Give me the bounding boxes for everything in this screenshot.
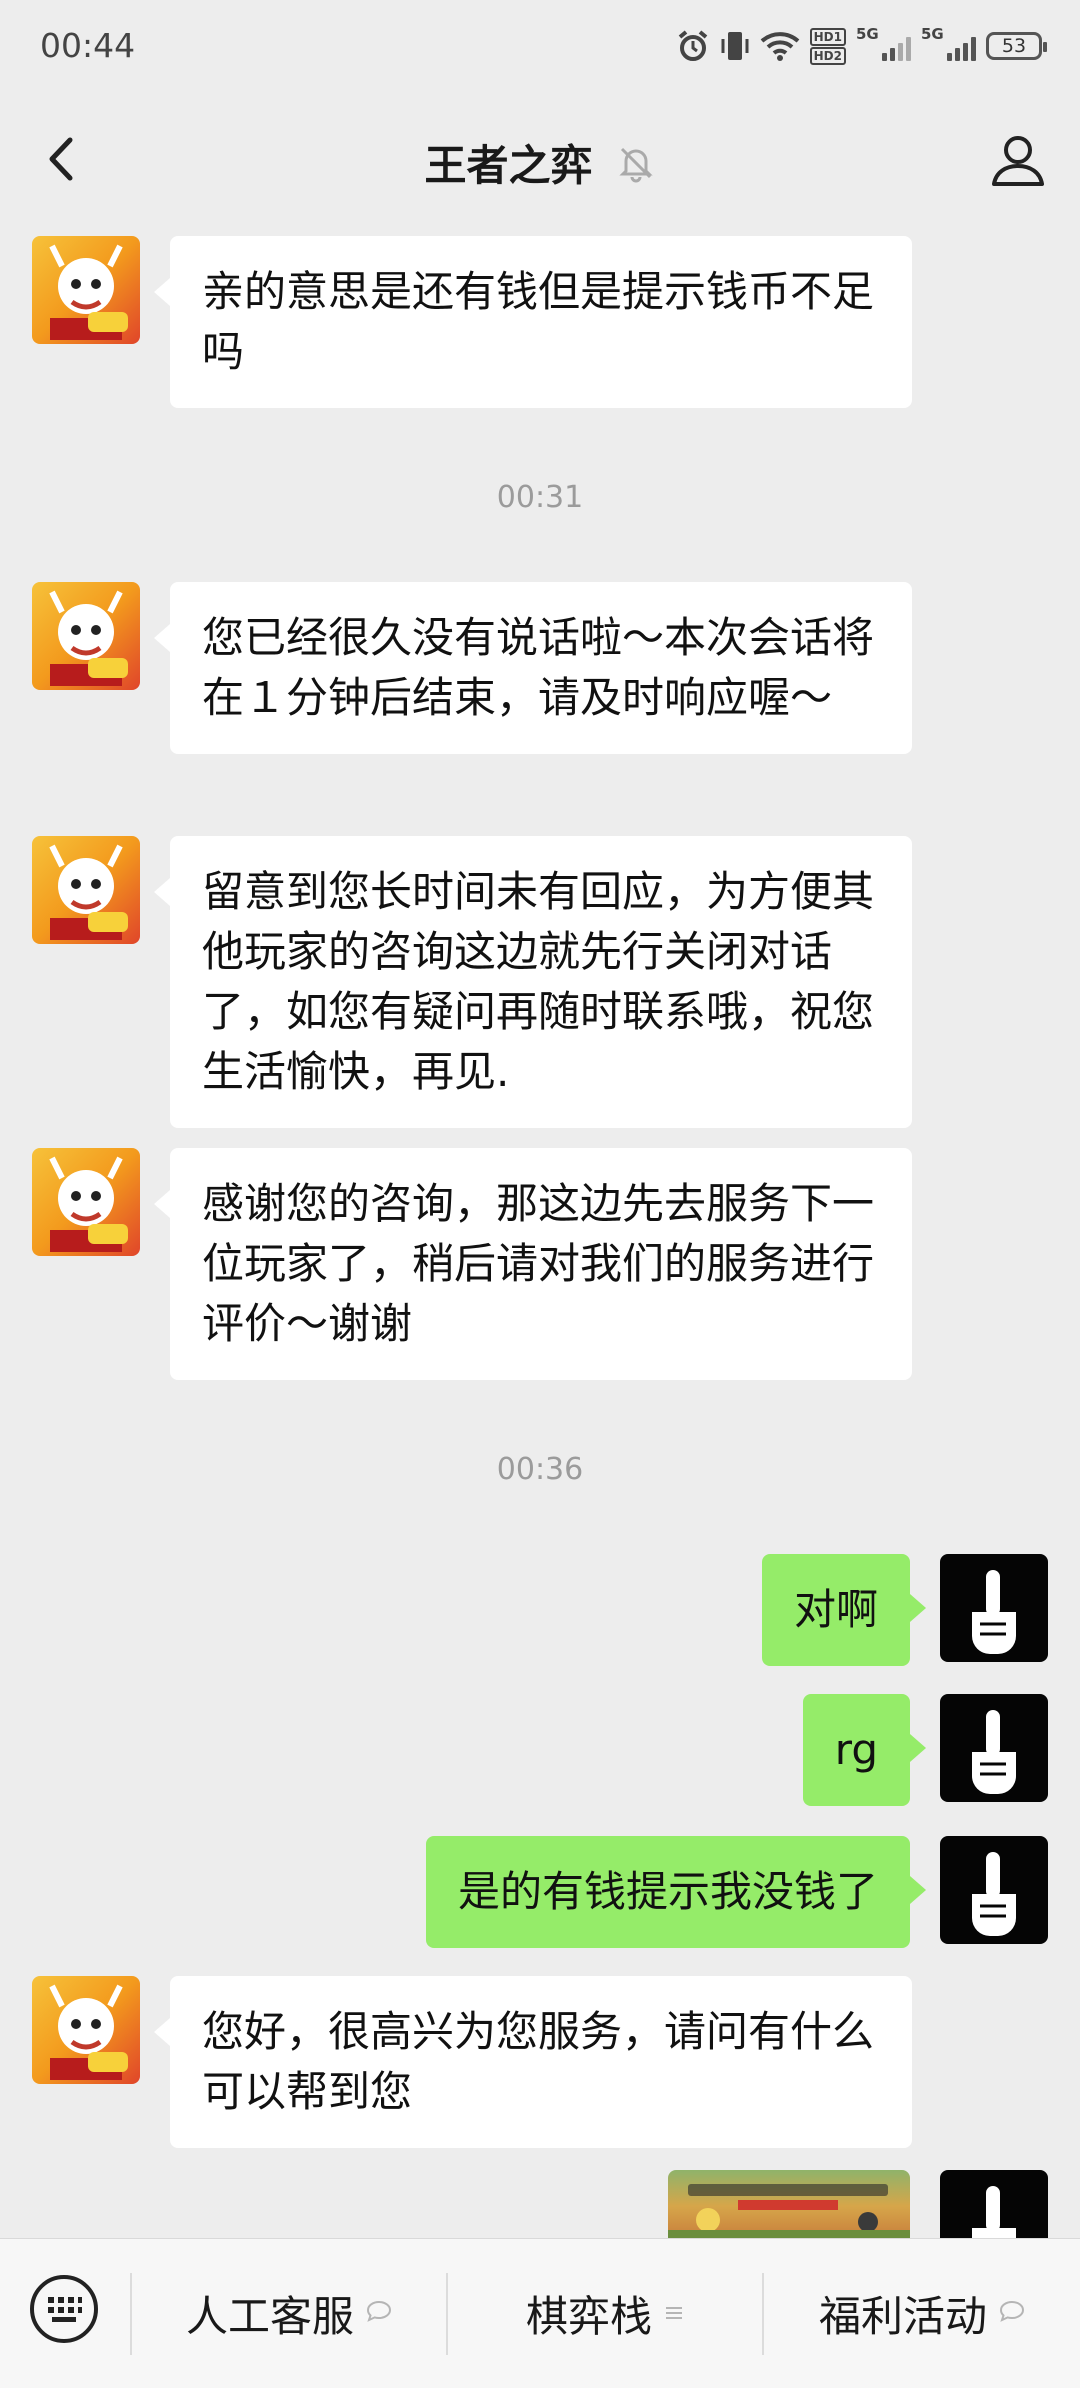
monkey-king-avatar-icon [49,1984,128,2080]
my-avatar[interactable] [940,1694,1048,1802]
keyboard-toggle-button[interactable] [28,2273,100,2345]
hand-gesture-avatar-icon [972,2186,1016,2238]
message-bubble[interactable]: 您好，很高兴为您服务，请问有什么可以帮到您 [154,1976,912,2148]
status-time: 00:44 [40,26,136,65]
keyboard-icon [30,2275,98,2343]
hand-gesture-avatar-icon [972,1710,1016,1794]
signal-2-icon: 5G [921,25,976,61]
battery-indicator: 53 [986,32,1047,60]
chat-title: 王者之弈 [424,141,593,190]
vibrate-icon [720,29,750,63]
status-bar: 00:44 HD1 HD2 5G 5G 53 [0,0,1080,92]
mute-bell-icon [616,143,656,183]
message-bubble[interactable]: 您已经很久没有说话啦～本次会话将在１分钟后结束，请及时响应喔～ [154,582,912,754]
my-avatar[interactable] [940,2170,1048,2238]
speech-bubble-icon [366,2300,392,2328]
message-timestamp: 00:31 [496,480,584,515]
monkey-king-avatar-icon [49,844,128,940]
menu-item-label: 棋弈栈 [525,2292,652,2341]
monkey-king-avatar-icon [49,590,128,686]
message-bubble[interactable]: 亲的意思是还有钱但是提示钱币不足吗 [154,236,912,408]
hand-gesture-avatar-icon [972,1570,1016,1654]
message-bubble[interactable]: 感谢您的咨询，那这边先去服务下一位玩家了，稍后请对我们的服务进行评价～谢谢 [154,1148,912,1380]
menu-item-label: 人工客服 [185,2292,354,2341]
bot-avatar[interactable] [32,582,140,690]
message-timestamp: 00:36 [496,1452,584,1487]
menu-item-welfare-events[interactable]: 福利活动 [764,2239,1080,2388]
bot-avatar[interactable] [32,836,140,944]
speech-bubble-icon [999,2300,1025,2328]
person-icon [992,136,1044,186]
status-icons: HD1 HD2 5G 5G 53 [676,24,1047,68]
monkey-king-avatar-icon [49,1156,128,1252]
network-1-label: 5G [856,25,879,43]
alarm-icon [676,29,710,63]
bot-avatar[interactable] [32,1976,140,2084]
hd1-label: HD1 [809,27,846,46]
hd2-label: HD2 [809,46,846,65]
message-bubble[interactable]: 是的有钱提示我没钱了 [425,1836,927,1948]
game-screenshot-image [668,2184,910,2242]
hand-gesture-avatar-icon [972,1852,1016,1936]
menu-item-label: 福利活动 [818,2292,987,2341]
chat-info-button[interactable] [986,128,1050,192]
message-bubble[interactable]: 留意到您长时间未有回应，为方便其他玩家的咨询这边就先行关闭对话了，如您有疑问再随… [154,836,912,1128]
service-menu-bar: 人工客服 棋弈栈 福利活动 [0,2238,1080,2388]
chat-header: 王者之弈 [0,92,1080,228]
image-message-thumbnail[interactable] [668,2170,910,2242]
list-icon [664,2300,684,2328]
bot-avatar[interactable] [32,1148,140,1256]
menu-item-human-service[interactable]: 人工客服 [132,2239,446,2388]
bot-avatar[interactable] [32,236,140,344]
message-bubble[interactable]: rg [802,1694,927,1806]
signal-1-icon: 5G [856,25,911,61]
hd-indicator: HD1 HD2 [809,27,846,65]
message-bubble[interactable]: 对啊 [761,1554,927,1666]
wifi-icon [760,30,800,62]
network-2-label: 5G [921,25,944,43]
my-avatar[interactable] [940,1836,1048,1944]
my-avatar[interactable] [940,1554,1048,1662]
monkey-king-avatar-icon [49,244,128,340]
menu-item-chess-lodge[interactable]: 棋弈栈 [448,2239,762,2388]
